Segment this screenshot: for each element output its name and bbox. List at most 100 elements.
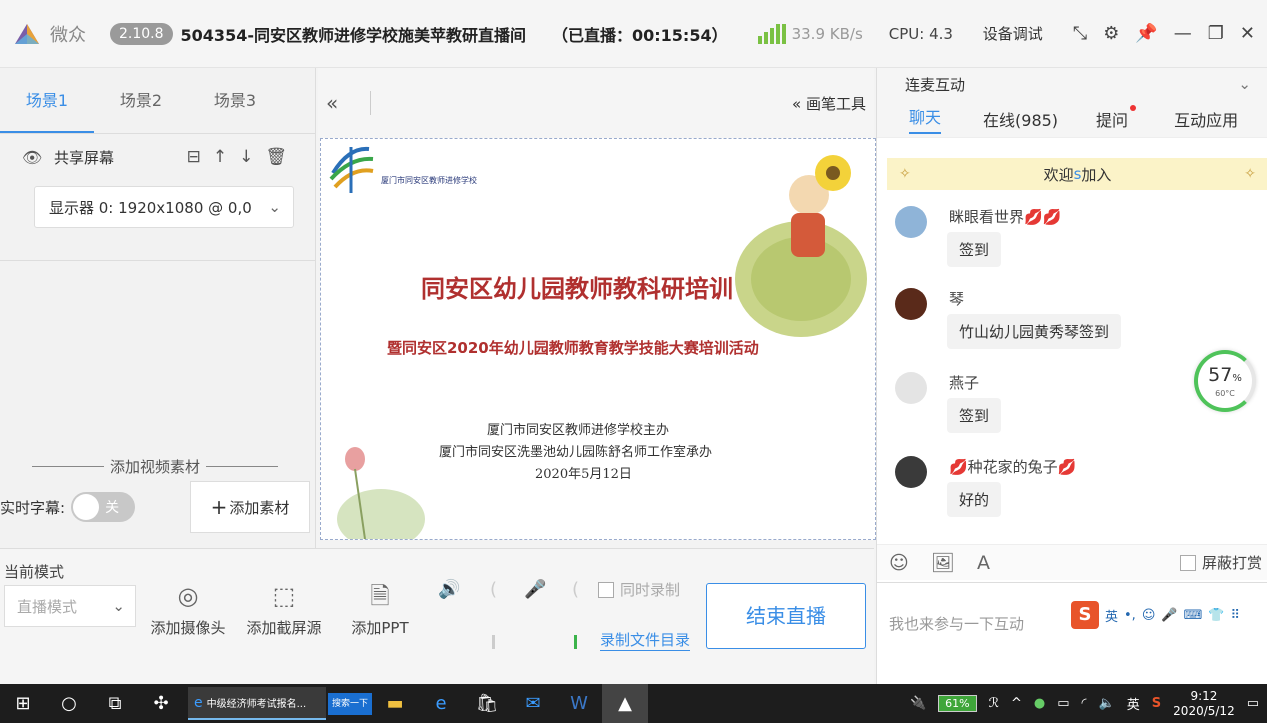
preview-slide: 厦门市同安区教师进修学校 同安区幼儿园教师教科研培训 暨同安区2020年幼儿园教… xyxy=(320,138,876,540)
party-icon: ✧ xyxy=(899,166,911,182)
arrow-up-icon[interactable]: ↑ xyxy=(213,147,227,167)
tab-chat[interactable]: 聊天 xyxy=(909,104,942,134)
plug-icon[interactable]: 🔌 xyxy=(910,696,926,711)
tab-scene-3[interactable]: 场景3 xyxy=(188,68,282,133)
message-text: 好的 xyxy=(947,482,1002,517)
toggle-label: 关 xyxy=(105,500,120,516)
punct-icon[interactable]: •, xyxy=(1124,608,1136,623)
pen-tool-button[interactable]: « 画笔工具 xyxy=(792,93,866,114)
cpu-gauge[interactable]: 57% 60°C xyxy=(1194,350,1256,412)
weizhong-app-icon[interactable]: ▲ xyxy=(602,684,649,723)
image-icon[interactable]: 🖼 xyxy=(931,551,955,574)
live-duration: （已直播：00:15:54） xyxy=(551,25,728,45)
taskbar-search[interactable]: 搜索一下 xyxy=(328,692,373,715)
add-ppt-button[interactable]: 🗎 添加PPT xyxy=(344,579,416,638)
chat-toolbar: ☺ 🖼 A 屏蔽打赏 xyxy=(877,544,1267,580)
pinwheel-icon[interactable]: ✣ xyxy=(138,684,184,723)
windows-start-icon[interactable]: ⊞ xyxy=(0,684,46,723)
collapse-icon[interactable]: ⊟ xyxy=(187,147,201,167)
gear-icon[interactable]: ⚙ xyxy=(1103,23,1119,44)
sogou-tray-icon[interactable]: S xyxy=(1152,696,1161,711)
chevron-down-icon: ⌄ xyxy=(268,198,281,216)
cortana-icon[interactable]: ○ xyxy=(46,684,92,723)
screenshot-icon: ⬚ xyxy=(272,582,296,610)
double-chevron-left-icon[interactable]: « xyxy=(326,91,356,115)
taskbar-browser-window[interactable]: e 中级经济师考试报名... xyxy=(188,687,326,720)
link-mic-header[interactable]: 连麦互动 ⌄ xyxy=(877,68,1267,100)
welcome-banner: ✧ 欢迎 s 加入 ✧ xyxy=(887,158,1267,190)
word-icon[interactable]: W xyxy=(556,684,602,723)
add-capture-button[interactable]: ⬚ 添加截屏源 xyxy=(242,579,326,638)
mail-icon[interactable]: ✉ xyxy=(510,684,556,723)
source-row[interactable]: 👁 共享屏幕 ⊟ ↑ ↓ 🗑 xyxy=(0,134,315,180)
minimize-icon[interactable]: — xyxy=(1174,23,1192,44)
tab-scene-2[interactable]: 场景2 xyxy=(94,68,188,133)
end-live-button[interactable]: 结束直播 xyxy=(706,583,866,649)
block-reward-checkbox[interactable]: 屏蔽打赏 xyxy=(1179,552,1262,573)
temperature: 60°C xyxy=(1215,388,1235,398)
mode-select[interactable]: 直播模式 ⌄ xyxy=(4,585,136,627)
emoji-icon[interactable]: ☺ xyxy=(889,552,909,574)
close-icon[interactable]: ✕ xyxy=(1240,23,1255,44)
people-icon[interactable]: ℛ xyxy=(989,696,999,711)
subtitle-toggle[interactable]: 关 xyxy=(71,492,136,522)
device-debug-button[interactable]: 设备调试 xyxy=(983,23,1043,44)
volume-slider-icon[interactable]: ( xyxy=(490,579,497,600)
app-name: 微众 xyxy=(50,24,86,46)
restore-icon[interactable]: ❐ xyxy=(1208,23,1224,44)
tab-questions[interactable]: 提问 xyxy=(1096,104,1137,131)
microphone-icon[interactable]: 🎤 xyxy=(524,579,546,600)
sogou-icon[interactable]: S xyxy=(1071,601,1099,629)
subtitle-label: 实时字幕: xyxy=(0,498,66,517)
add-material-button[interactable]: + 添加素材 xyxy=(190,481,310,533)
notification-icon[interactable]: ▭ xyxy=(1247,696,1259,711)
sync-record-checkbox[interactable]: 同时录制 xyxy=(598,579,680,600)
network-icon[interactable]: ▭ xyxy=(1057,696,1069,711)
add-camera-button[interactable]: ◎ 添加摄像头 xyxy=(146,579,230,638)
chevron-up-icon[interactable]: ^ xyxy=(1011,696,1022,711)
pin-icon[interactable]: 📌 xyxy=(1135,23,1157,44)
speaker-icon[interactable]: 🔊 xyxy=(438,579,460,600)
edge-icon[interactable]: e xyxy=(418,684,464,723)
ime-lang[interactable]: 英 xyxy=(1105,606,1118,625)
volume-icon[interactable]: 🔈 xyxy=(1099,696,1115,711)
preview-header: « « 画笔工具 xyxy=(318,68,874,138)
control-bar: 当前模式 直播模式 ⌄ ◎ 添加摄像头 ⬚ 添加截屏源 🗎 添加PPT 🔊 ( … xyxy=(0,548,874,684)
scene-tabs: 场景1 场景2 场景3 xyxy=(0,68,315,134)
arrow-down-icon[interactable]: ↓ xyxy=(239,147,253,167)
chat-input[interactable]: 我也来参与一下互动 S 英 •, ☺ 🎤 ⌨ 👕 ⠿ xyxy=(877,582,1267,684)
clock[interactable]: 9:12 2020/5/12 xyxy=(1173,689,1235,719)
font-size-icon[interactable]: A xyxy=(977,552,990,574)
shrink-icon[interactable]: ⤡ xyxy=(1073,23,1087,44)
notification-dot xyxy=(1130,104,1137,111)
message-user: 💋种花家的兔子💋 xyxy=(949,458,1077,476)
grid-icon[interactable]: ⠿ xyxy=(1231,608,1241,623)
task-view-icon[interactable]: ⧉ xyxy=(92,684,138,723)
eye-icon[interactable]: 👁 xyxy=(22,148,44,167)
mic-icon[interactable]: 🎤 xyxy=(1161,608,1177,623)
plus-icon: + xyxy=(210,495,228,519)
signal-icon xyxy=(757,23,786,44)
camera-icon: ◎ xyxy=(177,582,199,610)
ime-indicator[interactable]: 英 xyxy=(1127,694,1140,713)
tab-online[interactable]: 在线(985) xyxy=(983,107,1058,131)
divider xyxy=(0,260,316,261)
tray-app-icon[interactable]: ● xyxy=(1034,696,1045,711)
skin-icon[interactable]: 👕 xyxy=(1208,608,1224,623)
keyboard-icon[interactable]: ⌨ xyxy=(1184,608,1203,623)
mic-volume-icon[interactable]: ( xyxy=(572,579,579,600)
tab-interactive-apps[interactable]: 互动应用 xyxy=(1174,107,1238,131)
smile-icon[interactable]: ☺ xyxy=(1142,608,1156,623)
wifi-icon[interactable]: ◜ xyxy=(1082,696,1087,711)
display-select[interactable]: 显示器 0: 1920x1080 @ 0,0 ⌄ xyxy=(34,186,294,228)
folder-icon[interactable]: ▬ xyxy=(372,684,418,723)
store-icon[interactable]: 🛍 xyxy=(464,684,510,723)
trash-icon[interactable]: 🗑 xyxy=(265,147,287,167)
message-user: 燕子 xyxy=(949,374,980,392)
scene-panel: 场景1 场景2 场景3 👁 共享屏幕 ⊟ ↑ ↓ 🗑 显示器 0: 1920x1… xyxy=(0,68,316,548)
title-bar: 微众 2.10.8 504354-同安区教师进修学校施美苹教研直播间 （已直播：… xyxy=(0,0,1267,68)
battery-indicator[interactable]: 61% xyxy=(938,695,977,712)
record-dir-link[interactable]: 录制文件目录 xyxy=(600,629,691,651)
tab-scene-1[interactable]: 场景1 xyxy=(0,68,94,133)
chat-input-placeholder: 我也来参与一下互动 xyxy=(889,615,1025,633)
